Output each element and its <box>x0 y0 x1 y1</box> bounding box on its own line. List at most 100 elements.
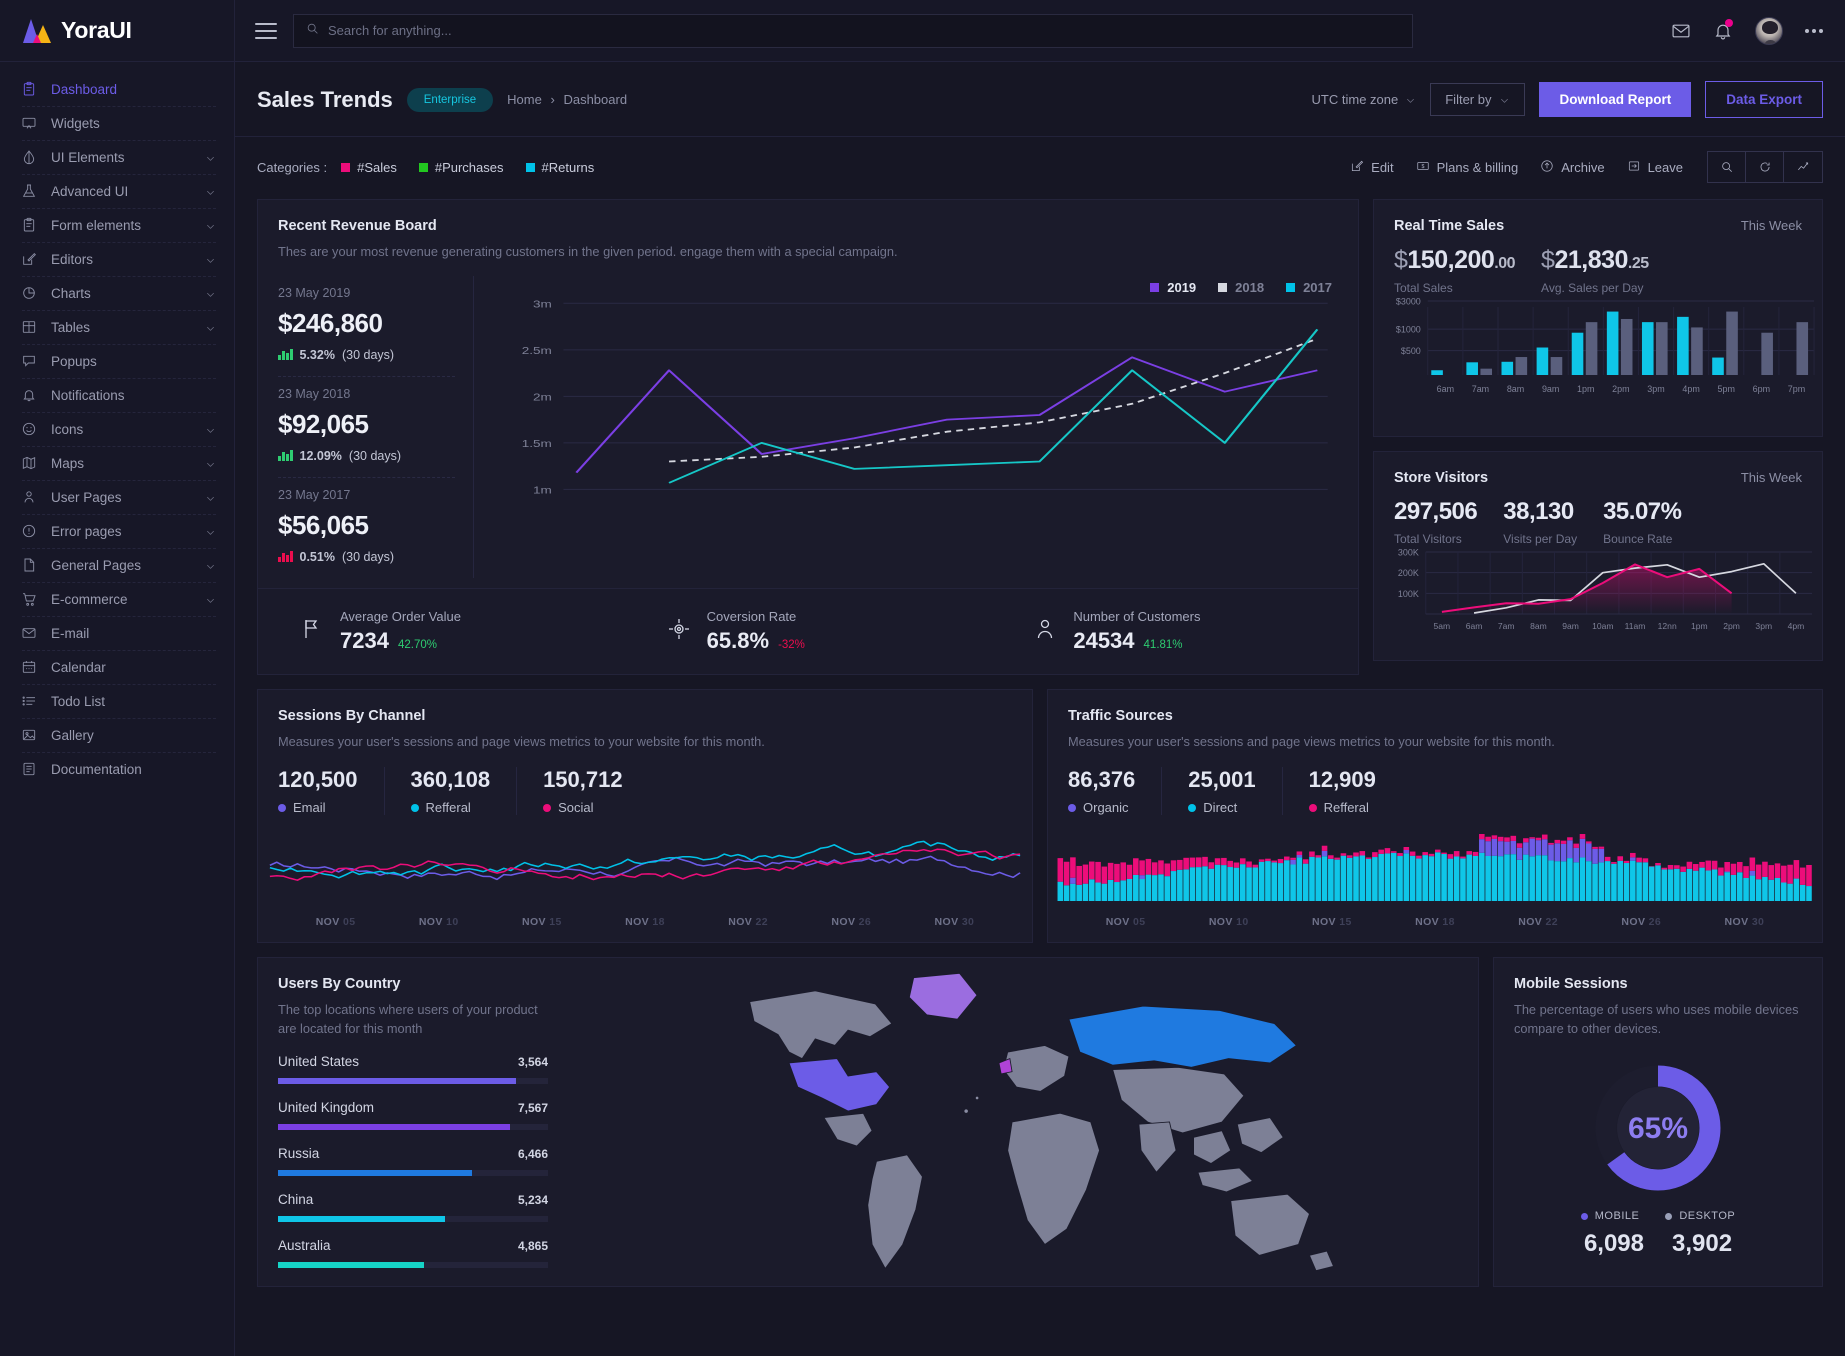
plans-billing-button[interactable]: $ Plans & billing <box>1416 159 1518 176</box>
axis-tick-label: NOV 10 <box>418 916 459 929</box>
search-icon-button[interactable] <box>1708 152 1746 182</box>
image-icon <box>20 727 37 744</box>
breadcrumb-current: Dashboard <box>563 92 628 107</box>
category-purchases[interactable]: #Purchases <box>418 160 504 175</box>
sidebar-item-e-commerce[interactable]: E-commerce <box>0 582 234 616</box>
users-by-country-card: Users By Country The top locations where… <box>257 957 1479 1288</box>
action-bar: Edit $ Plans & billing Archive Leave <box>1328 151 1823 183</box>
kpi-number-of-customers: Number of Customers 24534 41.81% <box>991 609 1358 654</box>
stat-refferal: 360,108 Refferal <box>410 767 518 816</box>
sidebar-item-tables[interactable]: Tables <box>0 310 234 344</box>
chevron-down-icon[interactable] <box>205 594 216 605</box>
breadcrumb-home[interactable]: Home <box>507 92 542 107</box>
bounce-rate-stat: 35.07% Bounce Rate <box>1603 498 1682 546</box>
sidebar-item-icons[interactable]: Icons <box>0 412 234 446</box>
droplet-icon <box>20 149 37 166</box>
plan-badge: Enterprise <box>406 87 494 112</box>
country-bar-header: Russia 6,466 <box>278 1146 548 1161</box>
leave-button[interactable]: Leave <box>1627 159 1683 176</box>
stat-key: Social <box>543 800 623 815</box>
sidebar-item-user-pages[interactable]: User Pages <box>0 480 234 514</box>
filter-by-dropdown[interactable]: Filter by <box>1430 83 1526 116</box>
sidebar-item-todo-list[interactable]: Todo List <box>0 684 234 718</box>
category-label: #Sales <box>357 159 397 175</box>
card-title: Real Time Sales <box>1394 218 1505 234</box>
period-label: This Week <box>1740 218 1802 233</box>
country-name: United States <box>278 1054 360 1070</box>
hamburger-icon[interactable] <box>255 22 277 39</box>
sidebar-item-error-pages[interactable]: Error pages <box>0 514 234 548</box>
brand[interactable]: YoraUI <box>0 0 234 62</box>
kpi-label: Coversion Rate <box>706 608 797 624</box>
legend-desktop: DESKTOP <box>1665 1210 1735 1222</box>
chevron-down-icon[interactable] <box>205 560 216 571</box>
chevron-down-icon[interactable] <box>205 424 216 435</box>
line-chart-icon-button[interactable] <box>1784 152 1822 182</box>
brand-name: YoraUI <box>61 17 132 43</box>
sidebar-item-calendar[interactable]: Calendar <box>0 650 234 684</box>
search-input[interactable] <box>328 23 1400 38</box>
chevron-down-icon[interactable] <box>205 152 216 163</box>
sidebar-item-popups[interactable]: Popups <box>0 344 234 378</box>
card-header: Traffic Sources Measures your user's ses… <box>1048 690 1822 752</box>
sidebar-item-dashboard[interactable]: Dashboard <box>0 72 234 106</box>
avg-sales-stat: $21,830.25 Avg. Sales per Day <box>1541 246 1649 295</box>
chevron-down-icon[interactable] <box>205 458 216 469</box>
sidebar-item-general-pages[interactable]: General Pages <box>0 548 234 582</box>
stat-value: 150,712 <box>543 767 623 793</box>
sidebar-item-maps[interactable]: Maps <box>0 446 234 480</box>
sidebar-item-documentation[interactable]: Documentation <box>0 752 234 786</box>
category-returns[interactable]: #Returns <box>525 160 594 175</box>
sidebar-item-advanced-ui[interactable]: Advanced UI <box>0 174 234 208</box>
card-title: Store Visitors <box>1394 470 1489 486</box>
timezone-selector[interactable]: UTC time zone <box>1312 92 1417 107</box>
chevron-down-icon[interactable] <box>205 254 216 265</box>
svg-text:2m: 2m <box>533 390 552 402</box>
svg-text:10am: 10am <box>1592 621 1613 631</box>
refresh-icon-button[interactable] <box>1746 152 1784 182</box>
svg-text:3m: 3m <box>533 297 552 309</box>
legend-item[interactable]: 2019 <box>1150 280 1196 295</box>
edit-button[interactable]: Edit <box>1350 159 1394 176</box>
chevron-down-icon[interactable] <box>205 526 216 537</box>
sidebar-item-e-mail[interactable]: E-mail <box>0 616 234 650</box>
svg-text:300K: 300K <box>1398 547 1419 557</box>
mail-icon[interactable] <box>1671 21 1691 41</box>
chevron-down-icon[interactable] <box>205 322 216 333</box>
bell-icon[interactable] <box>1713 18 1733 41</box>
sidebar-item-charts[interactable]: Charts <box>0 276 234 310</box>
revenue-delta-value: 5.32% <box>299 347 335 362</box>
axis-tick-label: NOV 18 <box>625 916 665 929</box>
avg-sales-value: $21,830.25 <box>1541 246 1649 275</box>
legend-item[interactable]: 2018 <box>1218 280 1264 295</box>
revenue-kpis: Average Order Value 7234 42.70% Coversio… <box>258 587 1358 674</box>
category-sales[interactable]: #Sales <box>341 160 397 175</box>
archive-button[interactable]: Archive <box>1540 159 1605 176</box>
chart-legend: 2019 2018 2017 <box>1150 280 1332 295</box>
chevron-down-icon[interactable] <box>205 492 216 503</box>
chevron-down-icon[interactable] <box>205 220 216 231</box>
sidebar-item-ui-elements[interactable]: UI Elements <box>0 140 234 174</box>
kpi-label: Number of Customers <box>1073 608 1201 624</box>
kpi-percent: 42.70% <box>397 638 437 651</box>
sidebar-item-widgets[interactable]: Widgets <box>0 106 234 140</box>
dashboard-content: Recent Revenue Board Thes are your most … <box>235 193 1845 1288</box>
legend-item[interactable]: 2017 <box>1286 280 1332 295</box>
sidebar-item-form-elements[interactable]: Form elements <box>0 208 234 242</box>
sidebar-item-editors[interactable]: Editors <box>0 242 234 276</box>
card-title: Traffic Sources <box>1068 707 1173 724</box>
download-report-button[interactable]: Download Report <box>1539 82 1692 117</box>
svg-text:1pm: 1pm <box>1577 384 1594 394</box>
chevron-down-icon[interactable] <box>205 186 216 197</box>
sidebar-item-gallery[interactable]: Gallery <box>0 718 234 752</box>
chevron-down-icon[interactable] <box>205 288 216 299</box>
sidebar-item-notifications[interactable]: Notifications <box>0 378 234 412</box>
search-box[interactable] <box>293 13 1413 48</box>
avatar[interactable] <box>1755 16 1783 45</box>
more-icon[interactable] <box>1805 28 1823 33</box>
data-export-button[interactable]: Data Export <box>1705 81 1823 118</box>
edit-square-icon <box>1350 159 1364 176</box>
breadcrumb-separator: › <box>550 92 555 107</box>
sidebar-item-label: Widgets <box>51 115 100 131</box>
revenue-entry: 23 May 2018 $92,065 12.09% (30 days) <box>278 375 455 477</box>
